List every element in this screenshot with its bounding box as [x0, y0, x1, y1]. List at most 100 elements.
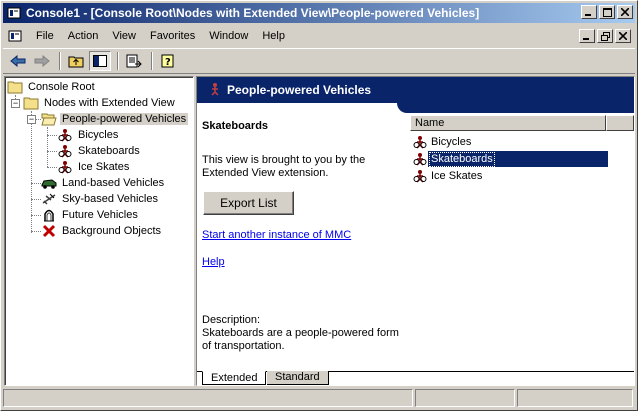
tree-node-label: Bicycles	[78, 129, 119, 141]
tree-node-label: Background Objects	[62, 225, 162, 237]
list-item[interactable]: Ice Skates	[412, 168, 484, 184]
help-link[interactable]: Help	[202, 256, 225, 268]
column-header-name[interactable]: Name	[410, 115, 606, 131]
folder-icon	[7, 79, 23, 95]
close-button[interactable]	[617, 5, 633, 19]
tree-line	[47, 151, 57, 152]
show-hide-tree-icon[interactable]	[89, 51, 111, 71]
vehicle-icon	[412, 134, 428, 150]
mmc-app-icon	[6, 5, 22, 21]
status-bar	[3, 389, 635, 409]
help-icon[interactable]: ?	[157, 51, 179, 71]
tree-node-label: Ice Skates	[78, 161, 130, 173]
description-text: Skateboards are a people-powered form of…	[202, 327, 399, 352]
tree-node-land-based[interactable]: Land-based Vehicles	[41, 175, 166, 191]
mmc-window: Console1 - [Console Root\Nodes with Exte…	[0, 0, 638, 411]
title-bar[interactable]: Console1 - [Console Root\Nodes with Exte…	[3, 3, 635, 23]
menu-favorites[interactable]: Favorites	[143, 30, 202, 42]
status-pane	[3, 389, 413, 407]
minimize-button[interactable]	[581, 5, 597, 19]
open-folder-icon	[41, 111, 57, 127]
scope-tree: − − Console Root Nodes with Extended Vie…	[4, 76, 194, 386]
list-item[interactable]: Skateboards	[412, 151, 608, 167]
list-item-label: Ice Skates	[431, 169, 483, 182]
status-pane	[517, 389, 633, 407]
view-tabs: Extended Standard	[197, 371, 634, 385]
vehicle-icon	[57, 143, 73, 159]
folder-icon	[23, 95, 39, 111]
plane-icon	[41, 191, 57, 207]
window-title: Console1 - [Console Root\Nodes with Exte…	[26, 6, 480, 20]
tree-node-skateboards[interactable]: Skateboards	[57, 143, 142, 159]
svg-text:?: ?	[165, 57, 171, 68]
vehicle-icon	[412, 168, 428, 184]
menu-view[interactable]: View	[105, 30, 143, 42]
menu-bar: File Action View Favorites Window Help	[3, 25, 635, 47]
extended-view-banner: People-powered Vehicles	[197, 77, 634, 103]
tree-node-background[interactable]: Background Objects	[41, 223, 163, 239]
tree-node-extended-view[interactable]: Nodes with Extended View	[23, 95, 177, 111]
vehicle-icon	[209, 82, 221, 99]
column-header-spacer	[606, 115, 634, 131]
tree-node-label: Skateboards	[78, 145, 140, 157]
tree-node-label: Land-based Vehicles	[62, 177, 165, 189]
result-pane: People-powered Vehicles Skateboards This…	[196, 76, 635, 386]
vehicle-icon	[412, 151, 428, 167]
list-item-label: Bicycles	[431, 135, 472, 148]
up-folder-icon[interactable]	[65, 51, 87, 71]
tab-standard[interactable]: Standard	[267, 371, 329, 385]
tree-node-future[interactable]: Future Vehicles	[41, 207, 140, 223]
list-item-label: Skateboards	[429, 151, 495, 167]
banner-title: People-powered Vehicles	[227, 83, 372, 97]
toolbar-separator	[151, 52, 153, 70]
red-x-icon	[41, 223, 57, 239]
menu-window[interactable]: Window	[202, 30, 255, 42]
list-view[interactable]: Name Bicycles Skateboards Ice Skates	[410, 115, 634, 365]
vehicle-icon	[57, 127, 73, 143]
tree-node-label: Sky-based Vehicles	[62, 193, 158, 205]
tree-line	[47, 135, 57, 136]
status-pane	[415, 389, 515, 407]
tree-line	[47, 127, 48, 167]
tree-node-ice-skates[interactable]: Ice Skates	[57, 159, 131, 175]
export-list-button[interactable]: Export List	[203, 191, 294, 215]
list-item[interactable]: Bicycles	[412, 134, 473, 150]
maximize-button[interactable]	[599, 5, 615, 19]
back-icon[interactable]	[7, 51, 29, 71]
collapse-toggle[interactable]: −	[11, 99, 20, 108]
tree-node-label: Console Root	[28, 81, 95, 93]
collapse-toggle[interactable]: −	[27, 115, 36, 124]
child-minimize-button[interactable]	[579, 29, 595, 43]
car-icon	[41, 175, 57, 191]
tree-node-people-powered[interactable]: People-powered Vehicles	[41, 111, 189, 127]
rocket-icon	[41, 207, 57, 223]
toolbar-separator	[59, 52, 61, 70]
tree-line	[31, 183, 41, 184]
console-doc-icon[interactable]	[7, 28, 23, 44]
tree-line	[31, 215, 41, 216]
start-mmc-link[interactable]: Start another instance of MMC	[202, 229, 351, 241]
menu-file[interactable]: File	[29, 30, 61, 42]
description: Description: Skateboards are a people-po…	[202, 314, 407, 353]
export-list-icon[interactable]	[123, 51, 145, 71]
menu-action[interactable]: Action	[61, 30, 106, 42]
tree-node-console-root[interactable]: Console Root	[7, 79, 97, 95]
tree-node-label: Future Vehicles	[62, 209, 138, 221]
tree-node-bicycles[interactable]: Bicycles	[57, 127, 120, 143]
tree-line	[47, 167, 57, 168]
banner-decoration	[397, 103, 634, 113]
toolbar-separator	[117, 52, 119, 70]
tree-node-label: Nodes with Extended View	[44, 97, 175, 109]
menu-help[interactable]: Help	[255, 30, 292, 42]
vehicle-icon	[57, 159, 73, 175]
child-close-button[interactable]	[615, 29, 631, 43]
child-restore-button[interactable]	[597, 29, 613, 43]
tree-node-label: People-powered Vehicles	[60, 113, 189, 125]
item-title: Skateboards	[202, 120, 269, 132]
forward-icon[interactable]	[31, 51, 53, 71]
tree-node-sky-based[interactable]: Sky-based Vehicles	[41, 191, 160, 207]
tree-line	[31, 199, 41, 200]
toolbar: ?	[3, 48, 635, 74]
tab-extended[interactable]: Extended	[202, 371, 267, 385]
tree-line	[31, 231, 41, 232]
